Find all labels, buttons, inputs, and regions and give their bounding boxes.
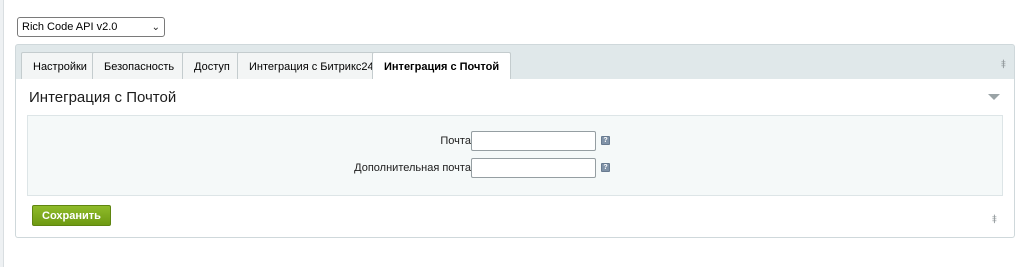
help-icon[interactable]: ? <box>601 163 610 172</box>
settings-panel: Интеграция с Почтой Почта: ? Дополнитель… <box>15 79 1015 238</box>
tab-settings[interactable]: Настройки <box>21 52 99 80</box>
chevron-down-icon: ⌄ <box>151 21 160 33</box>
module-select[interactable]: Rich Code API v2.0 ⌄ <box>17 17 165 37</box>
panel-title: Интеграция с Почтой <box>29 89 177 106</box>
module-select-value: Rich Code API v2.0 <box>22 21 118 33</box>
tab-mail-integration[interactable]: Интеграция с Почтой <box>372 52 512 81</box>
pin-icon[interactable]: ⯒ <box>1001 55 1006 76</box>
collapse-arrow-icon[interactable] <box>988 94 1000 100</box>
save-button[interactable]: Сохранить <box>32 205 111 226</box>
tab-security[interactable]: Безопасность <box>92 52 187 80</box>
additional-mail-label: Дополнительная почта: <box>354 162 474 174</box>
help-icon[interactable]: ? <box>601 136 610 145</box>
left-border <box>0 0 4 267</box>
form-area: Почта: ? Дополнительная почта: ? <box>27 115 1003 196</box>
mail-row: Почта: ? <box>28 131 1004 151</box>
mail-label: Почта: <box>440 135 474 147</box>
mail-input[interactable] <box>471 131 596 151</box>
additional-mail-row: Дополнительная почта: ? <box>28 158 1004 178</box>
pin-icon[interactable]: ⯒ <box>992 210 997 231</box>
additional-mail-input[interactable] <box>471 158 596 178</box>
tab-bitrix24-integration[interactable]: Интеграция с Битрикс24 <box>237 52 386 80</box>
tab-access[interactable]: Доступ <box>182 52 242 80</box>
tabs-bar: Настройки Безопасность Доступ Интеграция… <box>15 44 1015 81</box>
